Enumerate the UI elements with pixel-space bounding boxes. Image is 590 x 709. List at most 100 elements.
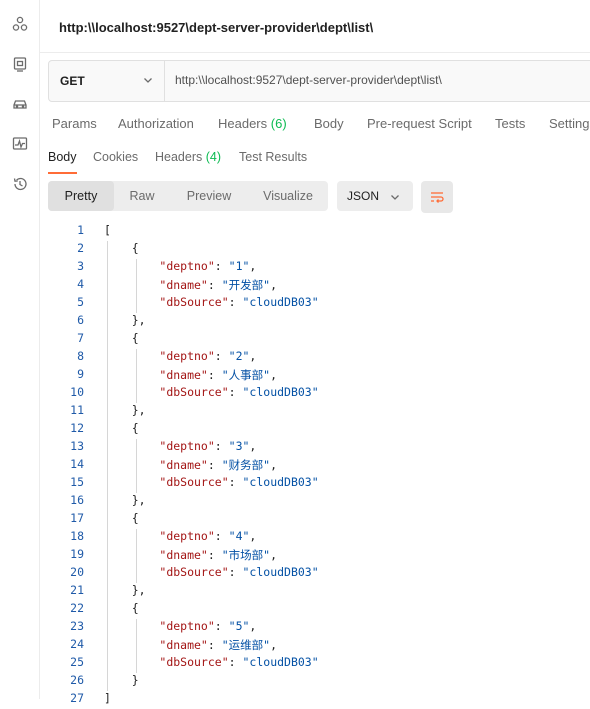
code-line: 23 "deptno": "5", (40, 619, 590, 637)
view-visualize-button[interactable]: Visualize (248, 181, 328, 211)
code-text: "dname": "市场部", (159, 548, 278, 562)
code-text: [ (104, 223, 111, 237)
wrap-lines-icon (431, 192, 444, 203)
tab-prerequest-script[interactable]: Pre-request Script (367, 116, 472, 131)
code-line: 24 "dname": "运维部", (40, 637, 590, 655)
code-line: 10 "dbSource": "cloudDB03" (40, 385, 590, 403)
code-line: 1[ (40, 223, 590, 241)
line-number: 14 (70, 457, 84, 471)
history-icon[interactable] (10, 174, 30, 194)
view-pretty-button[interactable]: Pretty (48, 181, 114, 211)
code-text: "deptno": "1", (159, 259, 257, 273)
line-number: 22 (70, 601, 84, 615)
collections-icon[interactable] (10, 14, 30, 34)
line-number: 26 (70, 673, 84, 687)
line-number: 21 (70, 583, 84, 597)
code-line: 11 }, (40, 403, 590, 421)
response-tab-body[interactable]: Body (48, 150, 77, 164)
monitors-icon[interactable] (10, 134, 30, 154)
code-line: 20 "dbSource": "cloudDB03" (40, 565, 590, 583)
code-line: 13 "deptno": "3", (40, 439, 590, 457)
line-number: 24 (70, 637, 84, 651)
line-number: 18 (70, 529, 84, 543)
tab-params[interactable]: Params (52, 116, 97, 131)
code-text: "deptno": "3", (159, 439, 257, 453)
code-text: { (104, 511, 139, 525)
method-label: GET (60, 74, 85, 88)
view-raw-button[interactable]: Raw (114, 181, 170, 211)
request-tabs: Params Authorization Headers (6) Body Pr… (40, 116, 590, 136)
line-number: 25 (70, 655, 84, 669)
tab-settings[interactable]: Settings (549, 116, 590, 131)
indent-guide (136, 619, 137, 673)
code-line: 14 "dname": "财务部", (40, 457, 590, 475)
code-line: 17 { (40, 511, 590, 529)
request-title[interactable]: http:\\localhost:9527\dept-server-provid… (59, 20, 373, 35)
code-line: 26 } (40, 673, 590, 691)
line-number: 27 (70, 691, 84, 705)
code-text: }, (104, 493, 146, 507)
code-text: { (104, 331, 139, 345)
response-tab-cookies[interactable]: Cookies (93, 150, 138, 164)
code-text: "dname": "财务部", (159, 458, 278, 472)
line-number: 5 (77, 295, 84, 309)
line-number: 2 (77, 241, 84, 255)
code-line: 21 }, (40, 583, 590, 601)
indent-guide (136, 529, 137, 583)
indent-guide (107, 241, 108, 691)
line-number: 20 (70, 565, 84, 579)
code-text: }, (104, 583, 146, 597)
format-select[interactable]: JSON (337, 181, 413, 211)
tab-headers-count: (6) (270, 116, 287, 131)
code-text: }, (104, 403, 146, 417)
response-tab-test-results[interactable]: Test Results (239, 150, 307, 164)
request-bar: GET http:\\localhost:9527\dept-server-pr… (48, 60, 590, 102)
code-line: 7 { (40, 331, 590, 349)
chevron-down-icon (391, 195, 399, 200)
mock-servers-icon[interactable] (10, 94, 30, 114)
view-preview-button[interactable]: Preview (172, 181, 246, 211)
line-number: 3 (77, 259, 84, 273)
code-line: 16 }, (40, 493, 590, 511)
format-label: JSON (347, 189, 380, 203)
code-text: { (104, 421, 139, 435)
code-line: 2 { (40, 241, 590, 259)
code-text: { (104, 601, 139, 615)
request-title-bar: http:\\localhost:9527\dept-server-provid… (40, 0, 590, 53)
code-text: "deptno": "2", (159, 349, 257, 363)
tab-authorization[interactable]: Authorization (118, 116, 194, 131)
response-tabs: Body Cookies Headers (4) Test Results (40, 150, 590, 176)
line-number: 13 (70, 439, 84, 453)
code-line: 27] (40, 691, 590, 709)
line-number: 17 (70, 511, 84, 525)
code-line: 25 "dbSource": "cloudDB03" (40, 655, 590, 673)
left-sidebar (0, 0, 40, 699)
indent-guide (136, 439, 137, 493)
code-text: { (104, 241, 139, 255)
line-number: 7 (77, 331, 84, 345)
line-number: 23 (70, 619, 84, 633)
code-line: 5 "dbSource": "cloudDB03" (40, 295, 590, 313)
code-line: 18 "deptno": "4", (40, 529, 590, 547)
code-text: "deptno": "4", (159, 529, 257, 543)
line-number: 4 (77, 277, 84, 291)
tab-body[interactable]: Body (314, 116, 344, 131)
wrap-lines-button[interactable] (421, 181, 453, 213)
code-line: 8 "deptno": "2", (40, 349, 590, 367)
url-input[interactable]: http:\\localhost:9527\dept-server-provid… (175, 73, 442, 87)
tab-headers[interactable]: Headers (6) (218, 116, 287, 131)
environments-icon[interactable] (10, 54, 30, 74)
response-tab-headers[interactable]: Headers (4) (155, 150, 221, 164)
code-text: ] (104, 691, 111, 705)
method-select[interactable]: GET (49, 61, 165, 101)
code-line: 9 "dname": "人事部", (40, 367, 590, 385)
line-number: 15 (70, 475, 84, 489)
code-text: "dname": "运维部", (159, 638, 278, 652)
code-text: "dname": "人事部", (159, 368, 278, 382)
line-number: 6 (77, 313, 84, 327)
line-number: 11 (70, 403, 84, 417)
active-tab-indicator (48, 172, 77, 174)
response-tab-headers-label: Headers (155, 150, 203, 164)
tab-tests[interactable]: Tests (495, 116, 525, 131)
line-number: 12 (70, 421, 84, 435)
